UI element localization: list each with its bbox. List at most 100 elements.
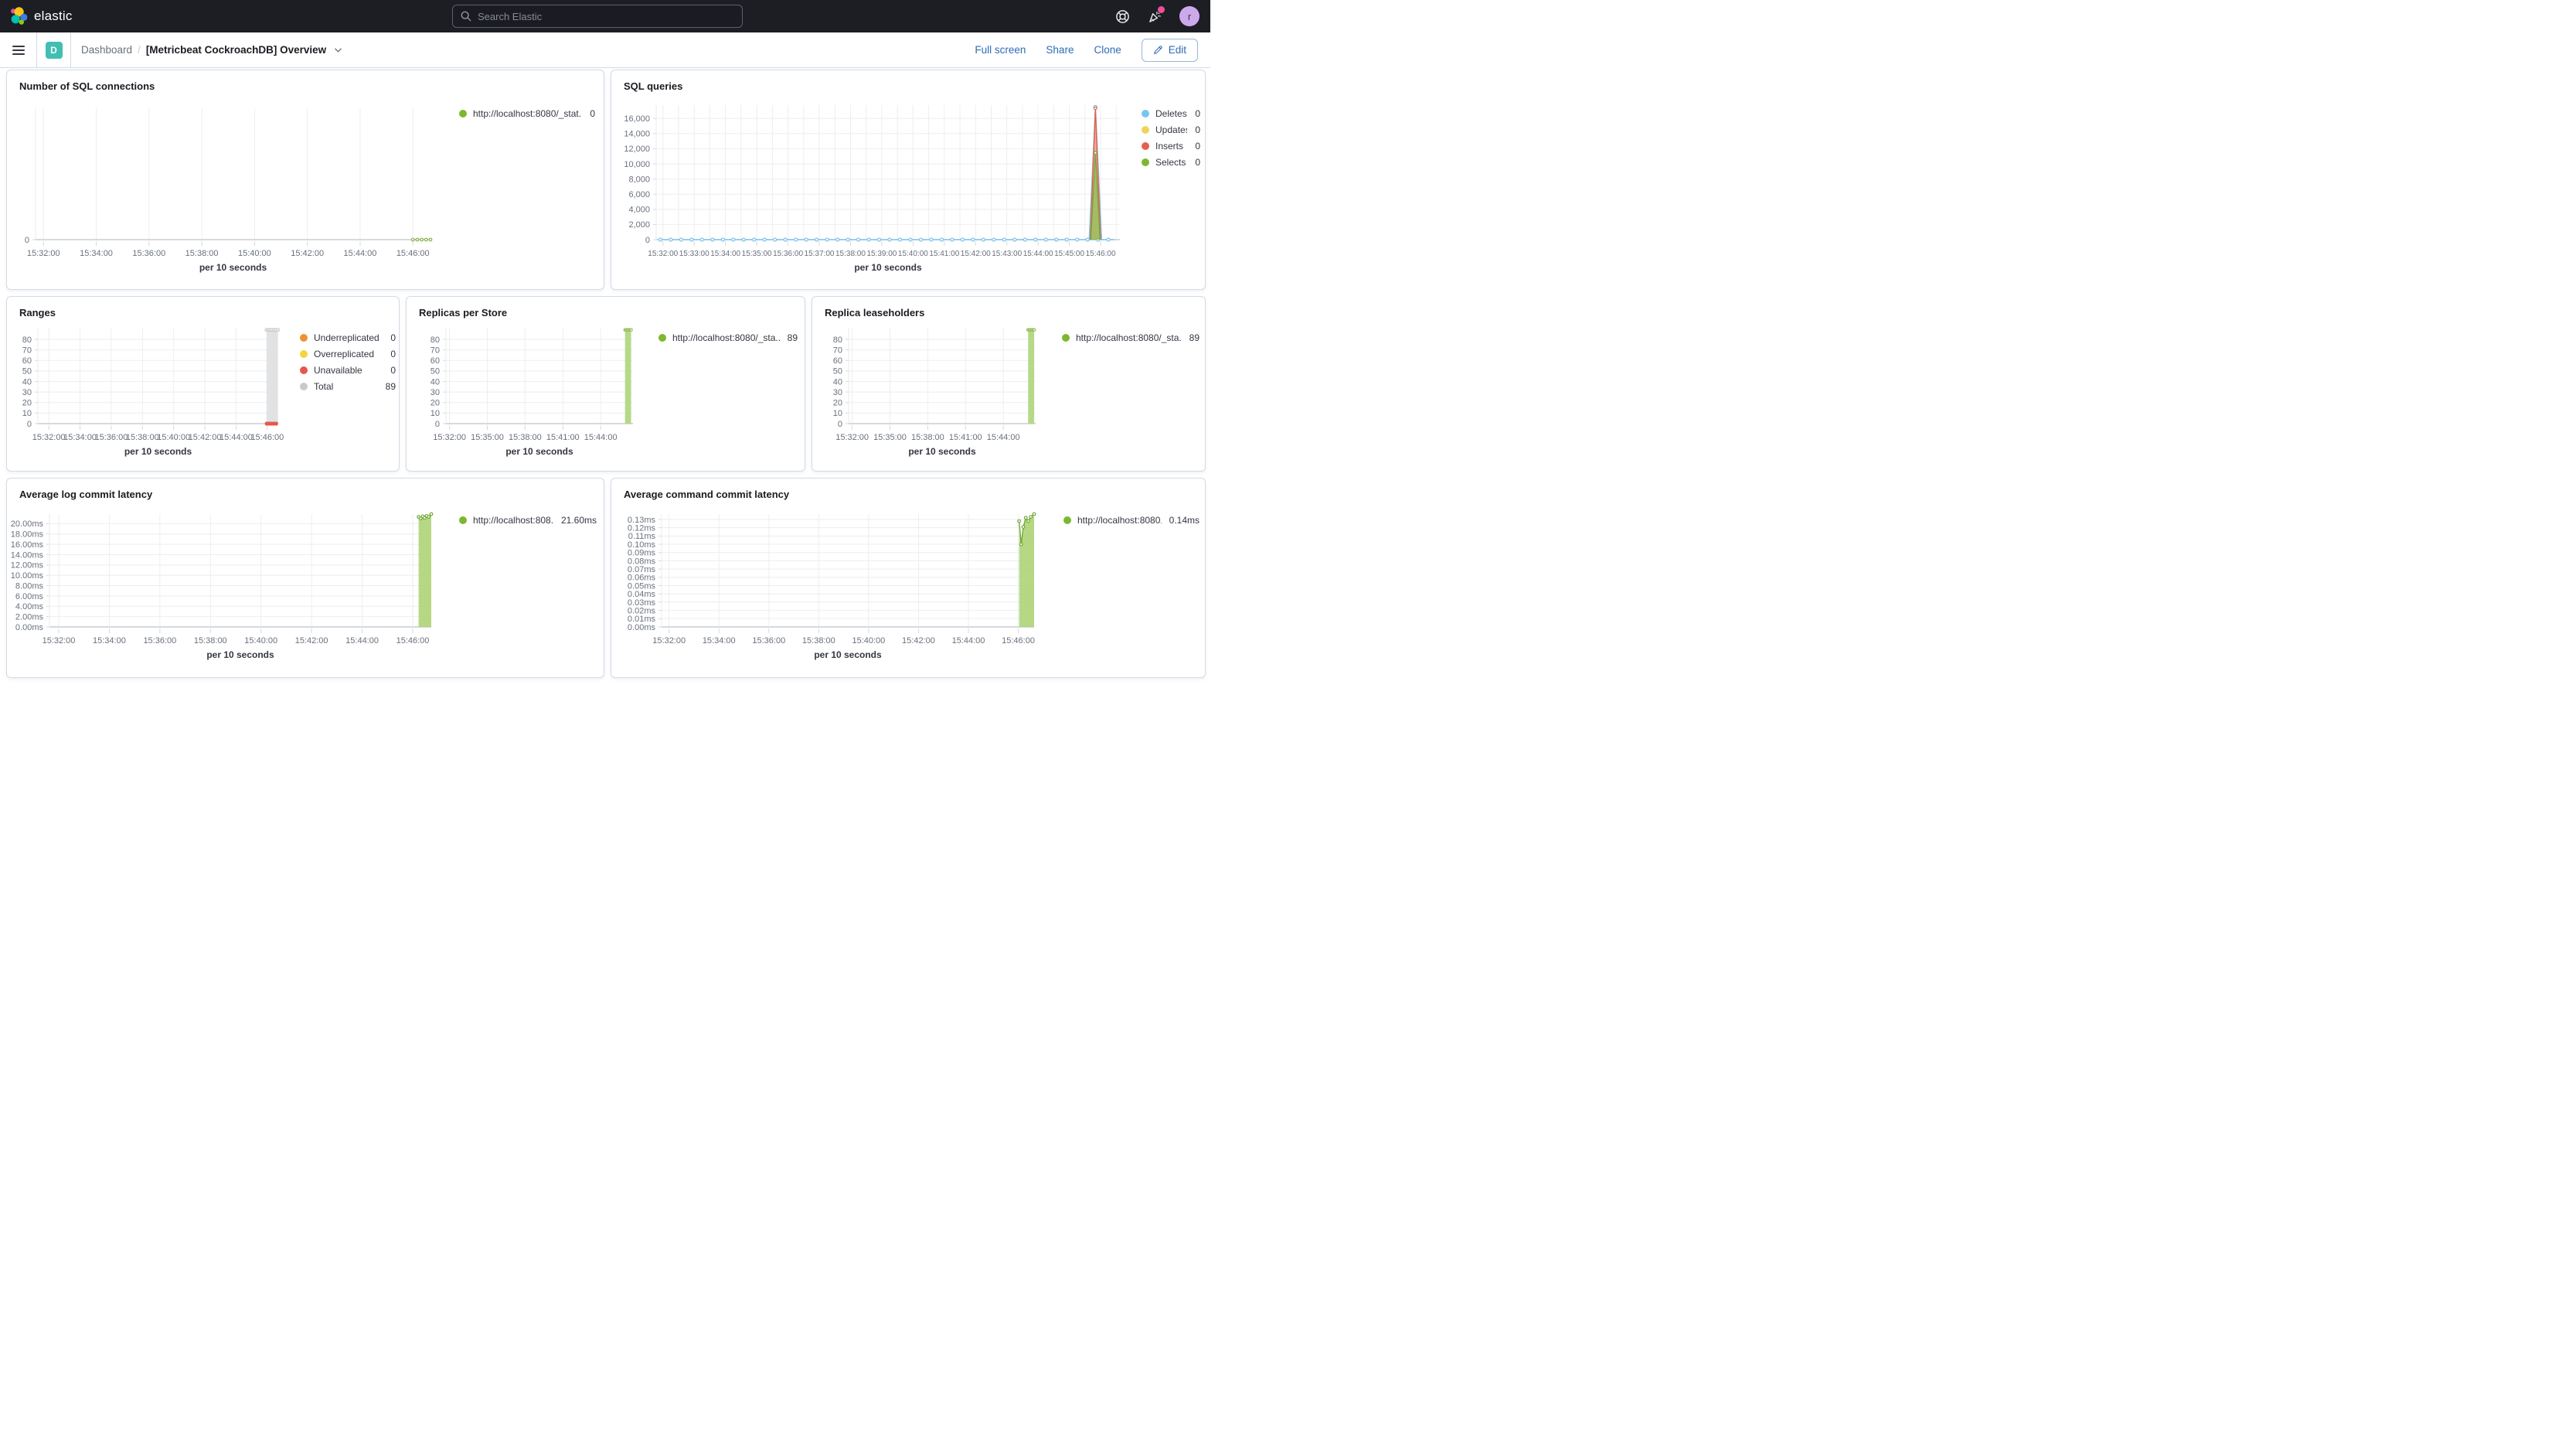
header-actions: r	[1114, 0, 1210, 32]
svg-text:0.08ms: 0.08ms	[628, 557, 656, 566]
svg-text:15:44:00: 15:44:00	[344, 249, 377, 258]
svg-text:15:41:00: 15:41:00	[929, 250, 959, 258]
svg-text:15:35:00: 15:35:00	[873, 433, 907, 442]
svg-text:15:46:00: 15:46:00	[250, 433, 284, 442]
legend-item[interactable]: Underreplicated 0	[300, 329, 396, 346]
newsfeed-icon[interactable]	[1147, 6, 1165, 24]
legend-item[interactable]: Selects 0	[1142, 154, 1200, 170]
legend-item[interactable]: Overreplicated 0	[300, 346, 396, 362]
panel-title-avg-command-commit-latency[interactable]: Average command commit latency	[611, 479, 1205, 500]
space-badge[interactable]: D	[45, 41, 63, 59]
legend-sql-connections: http://localhost:8080/_stat... 0	[459, 105, 595, 121]
axis-title: per 10 seconds	[505, 446, 573, 457]
legend-value: 0	[1195, 124, 1200, 135]
legend-item[interactable]: http://localhost:8080/_stat... 0	[459, 105, 595, 121]
svg-text:20: 20	[430, 399, 440, 408]
legend-item[interactable]: http://localhost:8080/_sta... 89	[1062, 329, 1200, 346]
svg-text:80: 80	[22, 336, 32, 345]
user-avatar[interactable]: r	[1179, 6, 1200, 26]
breadcrumb-dashboard[interactable]: Dashboard	[81, 44, 132, 56]
svg-text:0: 0	[838, 420, 842, 429]
svg-text:15:38:00: 15:38:00	[185, 249, 219, 258]
notification-dot	[1158, 6, 1165, 13]
panel-avg-log-commit-latency: Average log commit latency http://localho…	[6, 478, 604, 678]
legend-dot-icon	[1142, 141, 1149, 150]
svg-text:0.03ms: 0.03ms	[628, 598, 656, 608]
svg-text:10: 10	[430, 409, 440, 418]
legend-item[interactable]: http://localhost:8080/_sta... 89	[658, 329, 798, 346]
svg-text:15:40:00: 15:40:00	[898, 250, 928, 258]
panel-title-replica-leaseholders[interactable]: Replica leaseholders	[812, 297, 1205, 318]
legend-item[interactable]: http://localhost:8080... 0.14ms	[1063, 512, 1200, 528]
svg-text:15:35:00: 15:35:00	[742, 250, 772, 258]
svg-text:50: 50	[22, 367, 32, 376]
axis-title: per 10 seconds	[199, 262, 267, 273]
svg-text:15:38:00: 15:38:00	[835, 250, 866, 258]
legend-replicas-per-store: http://localhost:8080/_sta... 89	[658, 329, 798, 346]
svg-text:15:44:00: 15:44:00	[584, 433, 618, 442]
chart-sql-queries[interactable]: 0 2,000 4,000 6,000 8,000 10,000 12,000 14,000 1…	[624, 104, 1120, 273]
svg-text:60: 60	[833, 356, 842, 366]
chart-avg-log-commit-latency[interactable]: 0.00ms2.00ms4.00ms6.00ms8.00ms10.00ms12.…	[11, 512, 434, 660]
breadcrumb: Dashboard / [Metricbeat CockroachDB] Ove…	[81, 44, 342, 56]
svg-text:0.04ms: 0.04ms	[628, 590, 656, 599]
full-screen-button[interactable]: Full screen	[975, 44, 1026, 56]
panel-title-avg-log-commit-latency[interactable]: Average log commit latency	[7, 479, 604, 500]
chart-replicas-per-store[interactable]: 0 1020 304050607080 15:32:00 15:35:00 15:38:0…	[430, 328, 633, 457]
legend-item[interactable]: Unavailable 0	[300, 362, 396, 378]
legend-item[interactable]: Inserts 0	[1142, 138, 1200, 154]
legend-value: 0	[1195, 156, 1200, 168]
toolbar-actions: Full screen Share Clone Edit	[975, 38, 1210, 62]
panel-avg-command-commit-latency: Average command commit latency http://loc…	[611, 478, 1206, 678]
svg-text:15:44:00: 15:44:00	[219, 433, 253, 442]
panel-title-replicas-per-store[interactable]: Replicas per Store	[407, 297, 805, 318]
clone-button[interactable]: Clone	[1094, 44, 1121, 56]
chart-sql-connections[interactable]: 0 15:32:00 15:34:00 15:36:00 15:38:00 15:40:0…	[25, 108, 433, 273]
legend-item[interactable]: http://localhost:808... 21.60ms	[459, 512, 597, 528]
chevron-down-icon[interactable]	[334, 46, 342, 54]
legend-label: Inserts	[1155, 140, 1184, 152]
help-icon[interactable]	[1114, 9, 1130, 24]
legend-item[interactable]: Deletes 0	[1142, 105, 1200, 121]
svg-text:80: 80	[833, 336, 842, 345]
legend-dot-icon	[1142, 109, 1149, 118]
svg-text:0: 0	[25, 236, 29, 245]
svg-text:40: 40	[833, 377, 842, 387]
svg-text:12.00ms: 12.00ms	[11, 561, 44, 571]
svg-text:30: 30	[22, 388, 32, 397]
svg-text:15:36:00: 15:36:00	[143, 636, 176, 645]
legend-item[interactable]: Total 89	[300, 378, 396, 394]
share-button[interactable]: Share	[1046, 44, 1074, 56]
svg-text:0: 0	[27, 420, 32, 429]
elastic-logo[interactable]: elastic	[0, 7, 73, 26]
svg-text:15:44:00: 15:44:00	[345, 636, 379, 645]
chart-replica-leaseholders[interactable]: 0 1020 304050607080 15:32:00 15:35:00 15:38:0…	[833, 328, 1036, 457]
legend-label: http://localhost:8080/_sta...	[672, 332, 780, 343]
chart-ranges[interactable]: 0 1020 304050607080 15:32:0015:34:0015:36:0…	[22, 328, 284, 457]
breadcrumb-separator: /	[138, 44, 141, 56]
legend-value: 0	[1195, 140, 1200, 152]
chart-avg-command-commit-latency[interactable]: 0.00ms0.01ms0.02ms0.03ms0.04ms0.05ms0.06…	[628, 512, 1036, 660]
panel-title-sql-connections[interactable]: Number of SQL connections	[7, 70, 604, 92]
edit-button[interactable]: Edit	[1141, 38, 1198, 62]
svg-text:10: 10	[22, 409, 32, 418]
logo-text: elastic	[34, 9, 73, 23]
legend-item[interactable]: Updates 0	[1142, 121, 1200, 138]
svg-text:0.00ms: 0.00ms	[628, 623, 656, 632]
svg-text:15:43:00: 15:43:00	[992, 250, 1022, 258]
legend-label: Unavailable	[314, 364, 362, 376]
panel-ranges: Ranges Underreplicated 0 Overreplicated 0 Una…	[6, 296, 400, 472]
menu-toggle[interactable]	[0, 32, 37, 68]
search-input[interactable]: Search Elastic	[452, 5, 743, 28]
svg-text:15:34:00: 15:34:00	[703, 636, 736, 645]
svg-text:15:39:00: 15:39:00	[866, 250, 897, 258]
svg-text:16.00ms: 16.00ms	[11, 540, 44, 550]
panel-sql-queries: SQL queries Deletes 0 Updates 0 Inserts 0 Selec…	[611, 70, 1206, 290]
svg-text:15:38:00: 15:38:00	[911, 433, 944, 442]
panel-title-sql-queries[interactable]: SQL queries	[611, 70, 1205, 92]
svg-text:15:35:00: 15:35:00	[471, 433, 504, 442]
svg-text:60: 60	[430, 356, 440, 366]
legend-value: 89	[1189, 332, 1200, 343]
svg-text:2.00ms: 2.00ms	[15, 612, 44, 622]
panel-title-ranges[interactable]: Ranges	[7, 297, 399, 318]
